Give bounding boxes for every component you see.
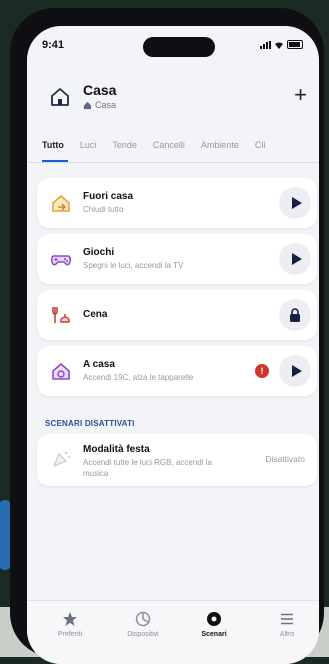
phone-screen: 9:41 Casa Casa + Tutto Luci Tende Cancel… (27, 26, 319, 664)
play-icon (291, 197, 302, 209)
house-leave-icon (52, 195, 70, 212)
disabled-scenario-card[interactable]: Modalità festa Accendi tutte le luci RGB… (37, 434, 317, 486)
scenario-description: Accendi 19C, alza le tapparelle (83, 373, 194, 382)
star-icon (63, 612, 77, 626)
nav-label: Scenari (201, 631, 227, 638)
status-time: 9:41 (42, 39, 65, 51)
scenario-description: Accendi tutte le luci RGB, accendi la mu… (83, 458, 212, 478)
play-icon (291, 253, 302, 265)
scenario-card[interactable]: Giochi Spegni le luci, accendi la TV (37, 234, 317, 284)
scenario-name: A casa (83, 359, 115, 370)
signal-icon (260, 40, 271, 49)
party-icon (53, 451, 70, 467)
nav-label: Altro (279, 631, 295, 638)
add-button[interactable]: + (294, 84, 307, 106)
dinner-icon (52, 307, 70, 323)
bottom-navbar: Preferiti Dispositivi Scenari Altro (27, 600, 319, 664)
small-home-icon (83, 101, 92, 109)
home-subtitle: Casa (83, 100, 116, 110)
tab-cancelli[interactable]: Cancelli (153, 140, 185, 150)
scenario-card[interactable]: Fuori casa Chiudi tutto (37, 178, 317, 228)
scenario-card[interactable]: A casa Accendi 19C, alza le tapparelle ! (37, 346, 317, 396)
nav-label: Dispositivi (127, 631, 159, 638)
dynamic-island (143, 37, 215, 57)
battery-icon (287, 40, 303, 49)
nav-label: Preferiti (57, 631, 83, 638)
home-icon[interactable] (49, 86, 71, 108)
scenario-name: Giochi (83, 247, 115, 258)
nav-item-altro[interactable]: Altro (257, 611, 317, 638)
tab-ambiente[interactable]: Ambiente (201, 140, 239, 150)
scenario-name: Modalità festa (83, 444, 150, 455)
tab-luci[interactable]: Luci (80, 140, 97, 150)
devices-icon (135, 611, 151, 627)
scenario-name: Fuori casa (83, 191, 134, 202)
home-subtitle-text: Casa (95, 100, 117, 110)
section-title: SCENARI DISATTIVATI (45, 419, 135, 428)
play-button[interactable] (279, 355, 311, 387)
nav-item-dispositivi[interactable]: Dispositivi (113, 611, 173, 638)
nav-item-scenari[interactable]: Scenari (184, 611, 244, 638)
warning-badge[interactable]: ! (255, 364, 269, 378)
status-bar: 9:41 (27, 26, 319, 60)
scenario-description: Spegni le luci, accendi la TV (83, 261, 184, 270)
lock-button[interactable] (279, 299, 311, 331)
scenario-card[interactable]: Cena (37, 290, 317, 340)
menu-icon (281, 613, 293, 625)
nav-item-preferiti[interactable]: Preferiti (40, 611, 100, 638)
home-title[interactable]: Casa (83, 82, 116, 98)
tab-tende[interactable]: Tende (112, 140, 137, 150)
tab-clima[interactable]: Cli (255, 140, 266, 150)
header: Casa Casa + (27, 70, 319, 128)
gamepad-icon (51, 255, 71, 266)
disabled-status: Disattivato (265, 454, 305, 464)
play-button[interactable] (279, 187, 311, 219)
wifi-icon (275, 41, 283, 49)
scenarios-icon (207, 612, 221, 626)
play-icon (291, 365, 302, 377)
phone-frame: 9:41 Casa Casa + Tutto Luci Tende Cancel… (10, 8, 324, 664)
category-tabs: Tutto Luci Tende Cancelli Ambiente Cli (42, 140, 319, 150)
tab-tutto[interactable]: Tutto (42, 140, 64, 150)
play-button[interactable] (279, 243, 311, 275)
scenario-description: Chiudi tutto (83, 205, 124, 214)
tabs-divider (27, 162, 319, 163)
scenario-name: Cena (83, 309, 108, 320)
lock-icon (290, 308, 300, 322)
house-arrive-icon (52, 363, 70, 380)
status-icons (260, 40, 303, 49)
